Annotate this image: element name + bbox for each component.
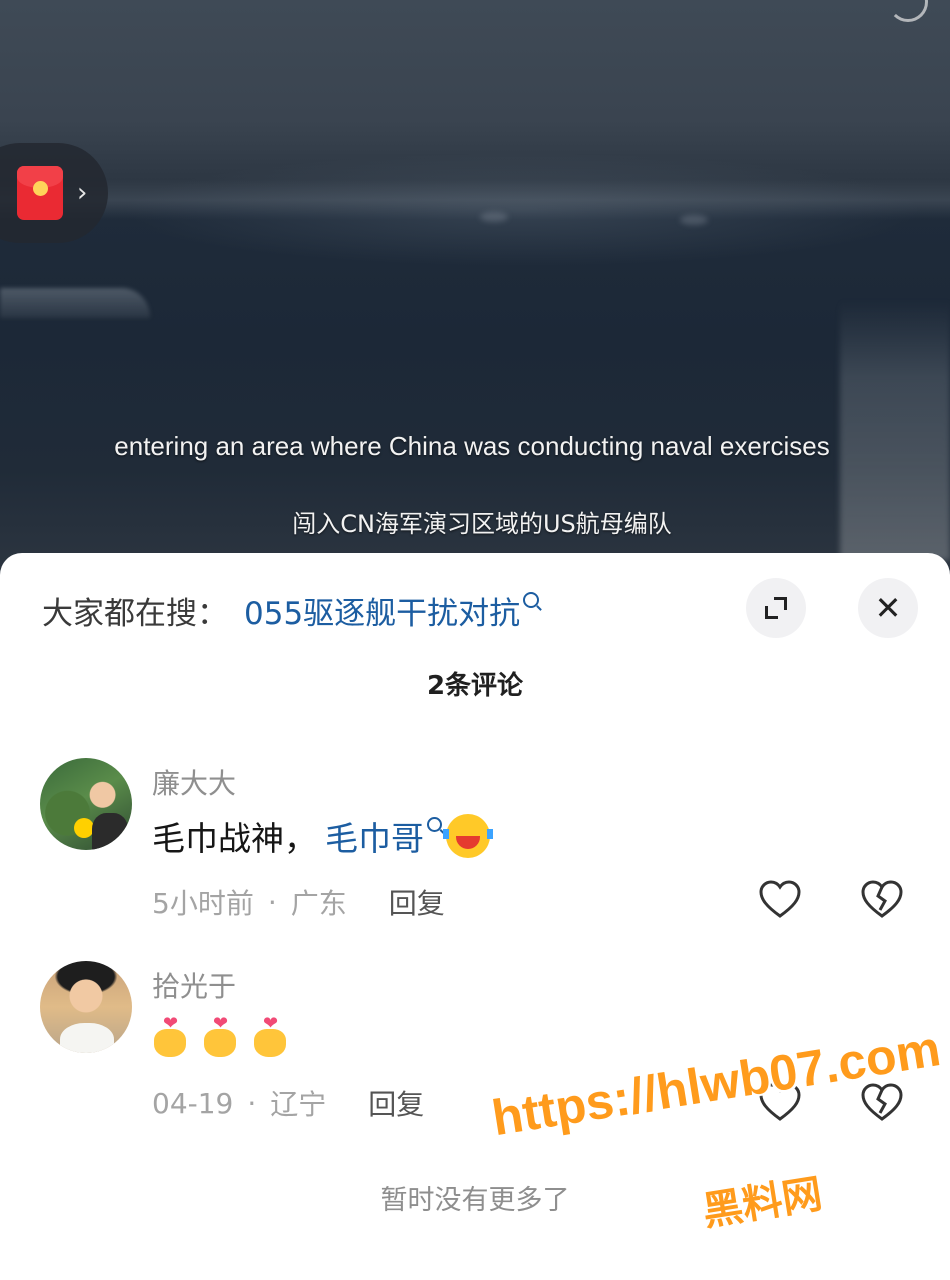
red-envelope-icon bbox=[17, 166, 63, 220]
search-suggestion[interactable]: 大家都在搜： 055驱逐舰干扰对抗 bbox=[42, 587, 540, 633]
heart-like-icon[interactable] bbox=[758, 878, 802, 922]
comment-text: ❤ ❤ ❤ bbox=[152, 1015, 302, 1057]
subtitle-english: entering an area where China was conduct… bbox=[114, 431, 830, 461]
comment-body: 毛巾战神， bbox=[152, 819, 317, 858]
refresh-icon[interactable] bbox=[888, 0, 928, 22]
horizon-haze bbox=[0, 180, 950, 220]
heart-hands-emoji-icon: ❤ bbox=[252, 1015, 288, 1057]
search-icon bbox=[427, 816, 442, 832]
comment-author[interactable]: 廉大大 bbox=[152, 762, 236, 802]
comment-location: 广东 bbox=[290, 887, 347, 920]
close-button[interactable]: ✕ bbox=[858, 578, 918, 638]
comment-time: 5小时前 bbox=[152, 887, 254, 920]
search-icon bbox=[523, 592, 540, 608]
close-icon: ✕ bbox=[874, 589, 902, 627]
chevron-right-icon: › bbox=[77, 178, 88, 208]
expand-icon bbox=[765, 597, 787, 619]
heart-hands-emoji-icon: ❤ bbox=[152, 1015, 188, 1057]
red-envelope-entry[interactable]: › bbox=[0, 143, 108, 243]
expand-button[interactable] bbox=[746, 578, 806, 638]
comment-text: 毛巾战神， 毛巾哥 bbox=[152, 812, 493, 860]
search-suggestion-term[interactable]: 055驱逐舰干扰对抗 bbox=[244, 588, 520, 633]
comment-author[interactable]: 拾光于 bbox=[152, 965, 236, 1005]
reply-button[interactable]: 回复 bbox=[368, 1083, 424, 1123]
avatar[interactable] bbox=[40, 961, 132, 1053]
avatar[interactable] bbox=[40, 758, 132, 850]
comment-count: 2条评论 bbox=[426, 671, 524, 701]
comment-time: 04-19 bbox=[152, 1086, 234, 1120]
ship-silhouette-left bbox=[0, 288, 150, 318]
comment-search-link[interactable]: 毛巾哥 bbox=[325, 812, 424, 860]
laughing-tears-emoji-icon bbox=[443, 814, 493, 858]
search-suggestion-label: 大家都在搜： bbox=[42, 595, 228, 632]
comment-meta: 04-19 · 辽宁 回复 bbox=[152, 1083, 424, 1123]
ship-distant bbox=[480, 212, 508, 222]
ship-distant bbox=[680, 215, 708, 225]
subtitle-chinese: 闯入CN海军演习区域的US航母编队 bbox=[292, 510, 672, 538]
comment-location: 辽宁 bbox=[270, 1088, 327, 1121]
comment-meta: 5小时前 · 广东 回复 bbox=[152, 882, 445, 922]
video-player[interactable]: › entering an area where China was condu… bbox=[0, 0, 950, 580]
heart-hands-emoji-icon: ❤ bbox=[202, 1015, 238, 1057]
broken-heart-icon[interactable] bbox=[860, 878, 904, 922]
reply-button[interactable]: 回复 bbox=[389, 882, 445, 922]
